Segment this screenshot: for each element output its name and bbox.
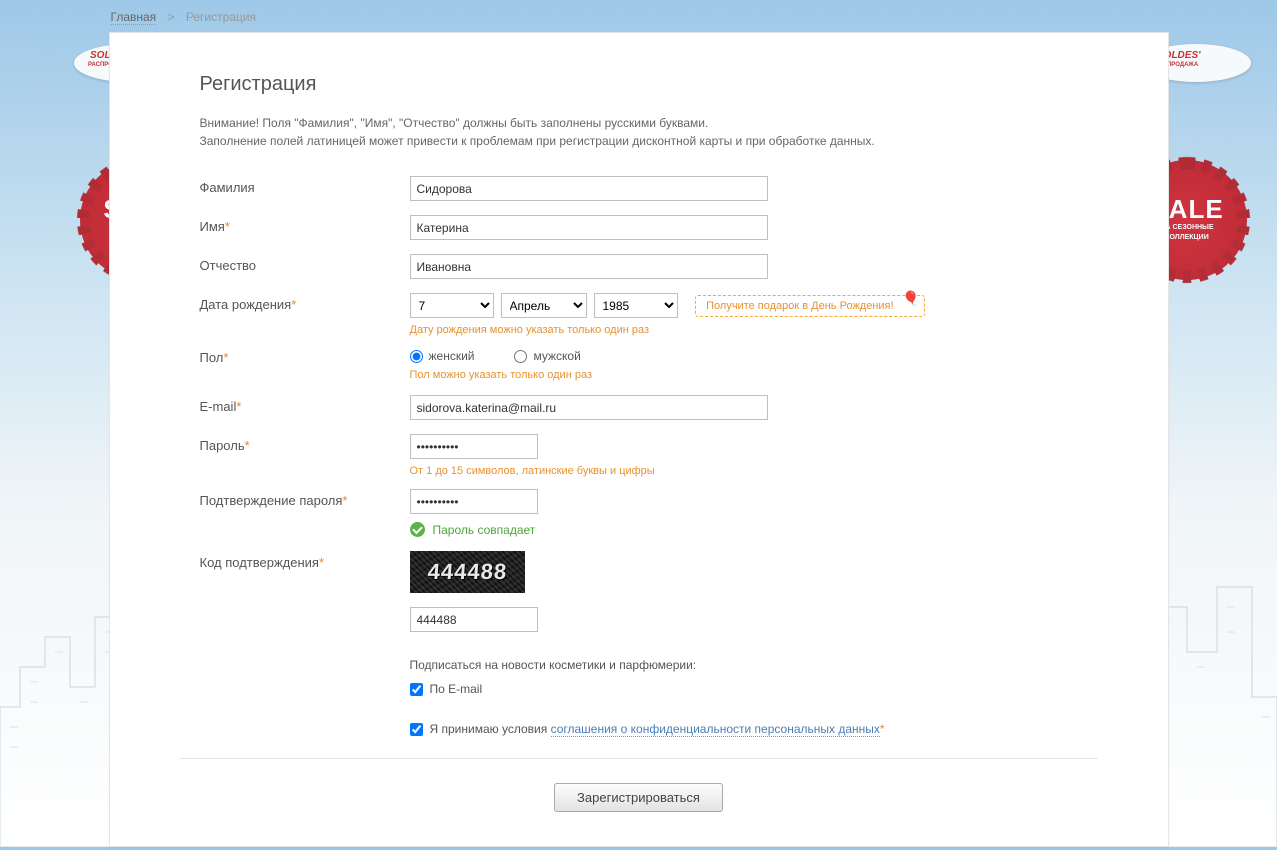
label-firstname: Имя* [200,215,410,234]
breadcrumb-home[interactable]: Главная [111,10,157,25]
gender-female-option[interactable]: женский [410,349,475,363]
breadcrumb-current: Регистрация [186,10,256,24]
firstname-input[interactable] [410,215,768,240]
middlename-input[interactable] [410,254,768,279]
breadcrumb-separator: > [168,10,175,24]
check-icon [410,522,425,537]
captcha-input[interactable] [410,607,538,632]
registration-card: Регистрация Внимание! Поля "Фамилия", "И… [109,32,1169,847]
breadcrumb: Главная > Регистрация [109,0,1169,32]
label-birthdate: Дата рождения* [200,293,410,312]
birth-year-select[interactable]: 1985 [594,293,678,318]
gender-male-option[interactable]: мужской [514,349,580,363]
divider [180,758,1098,759]
birth-day-select[interactable]: 7 [410,293,494,318]
hint-birthdate: Дату рождения можно указать только один … [410,324,1078,336]
captcha-image: 444488 [410,551,525,593]
warning-text: Внимание! Поля "Фамилия", "Имя", "Отчест… [200,114,1078,150]
submit-button[interactable]: Зарегистрироваться [554,783,723,812]
label-lastname: Фамилия [200,176,410,195]
lastname-input[interactable] [410,176,768,201]
agreement-checkbox[interactable]: Я принимаю условия соглашения о конфиден… [410,722,1078,736]
label-captcha: Код подтверждения* [200,551,410,570]
hint-gender: Пол можно указать только один раз [410,369,1078,381]
label-gender: Пол* [200,346,410,365]
birth-month-select[interactable]: Апрель [501,293,587,318]
balloons-icon: 🎈 [902,290,919,307]
label-password: Пароль* [200,434,410,453]
agreement-link[interactable]: соглашения о конфиденциальности персонал… [551,722,880,737]
page-title: Регистрация [200,73,1078,96]
birthday-gift-banner: Получите подарок в День Рождения!🎈 [695,295,924,317]
email-input[interactable] [410,395,768,420]
subscribe-email-checkbox[interactable]: По E-mail [410,682,1078,696]
label-middlename: Отчество [200,254,410,273]
hint-password: От 1 до 15 символов, латинские буквы и ц… [410,465,1078,477]
password-match-text: Пароль совпадает [433,523,536,537]
label-email: E-mail* [200,395,410,414]
label-password-confirm: Подтверждение пароля* [200,489,410,508]
password-confirm-input[interactable] [410,489,538,514]
password-input[interactable] [410,434,538,459]
subscribe-heading: Подписаться на новости косметики и парфю… [410,658,1078,672]
